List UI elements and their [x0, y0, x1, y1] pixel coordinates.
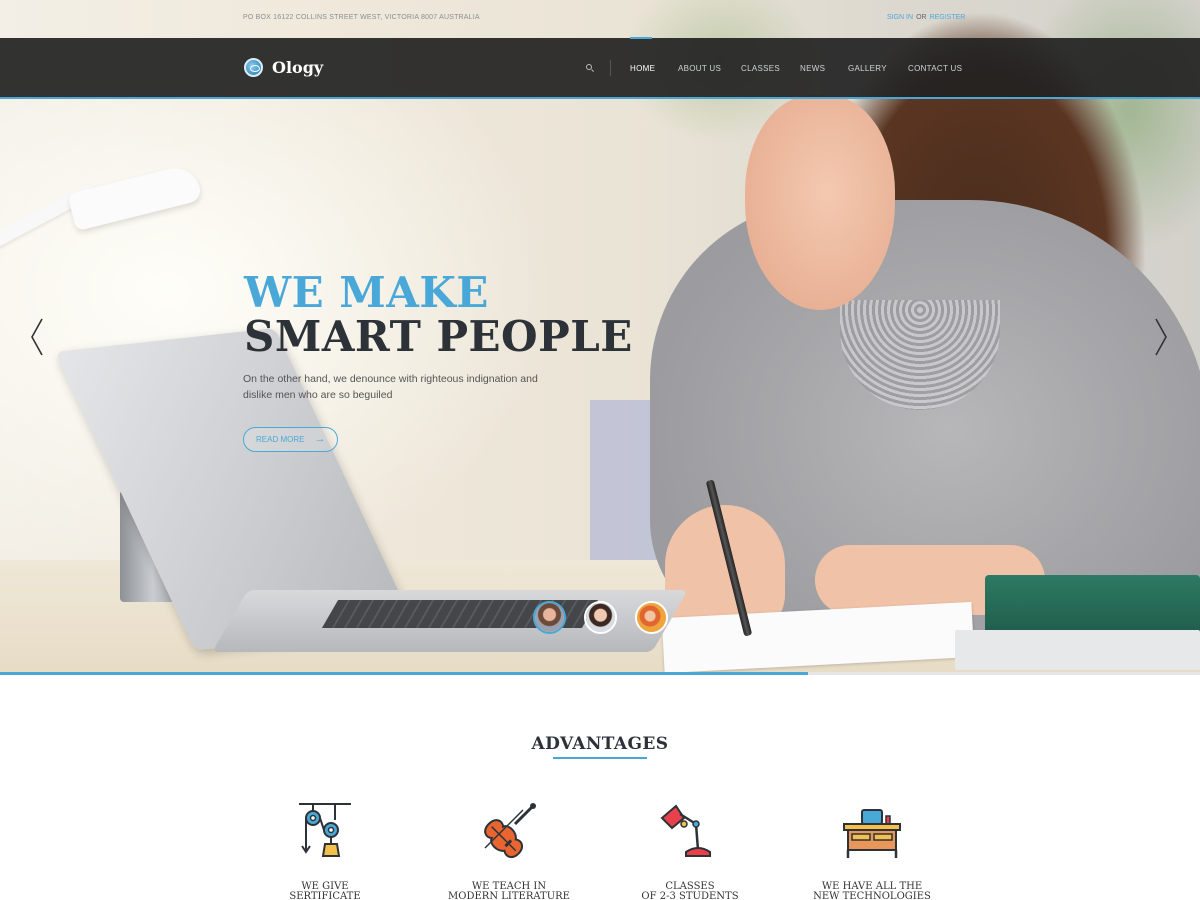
arrow-right-icon: →: [314, 433, 326, 445]
top-bar: PO BOX 16122 COLLINS STREET WEST, VICTOR…: [0, 0, 1200, 38]
advantage-label: CLASSES OF 2-3 STUDENTS: [641, 881, 739, 900]
slider-next-arrow[interactable]: [1153, 318, 1169, 356]
chevron-left-icon: [31, 318, 43, 356]
advantage-item-classes: CLASSES OF 2-3 STUDENTS: [600, 800, 780, 900]
advantage-label: WE TEACH IN MODERN LITERATURE: [448, 881, 570, 900]
advantage-item-technologies: WE HAVE ALL THE NEW TECHNOLOGIES: [782, 800, 962, 900]
address-text: PO BOX 16122 COLLINS STREET WEST, VICTOR…: [243, 14, 480, 21]
desk-icon: [840, 800, 904, 864]
logo-text: Ology: [272, 58, 324, 77]
nav-item-home[interactable]: HOME: [630, 64, 655, 73]
sign-in-link[interactable]: SIGN IN: [887, 14, 913, 21]
read-more-label: READ MORE: [256, 435, 305, 444]
woman-face: [745, 95, 895, 310]
white-book: [955, 630, 1200, 670]
advantage-label: WE GIVE SERTIFICATE: [289, 881, 361, 900]
search-icon[interactable]: [586, 64, 594, 73]
advantage-item-literature: WE TEACH IN MODERN LITERATURE: [419, 800, 599, 900]
nav-item-classes[interactable]: CLASSES: [741, 64, 780, 73]
nav-active-indicator: [630, 37, 652, 39]
slider-progress-track: [0, 672, 1200, 675]
nav-item-contact-us[interactable]: CONTACT US: [908, 64, 962, 73]
main-navbar: Ology HOME ABOUT US CLASSES NEWS GALLERY…: [0, 37, 1200, 99]
advantages-underline: [553, 757, 647, 759]
slide-thumbnail-2[interactable]: [584, 601, 617, 634]
register-link[interactable]: REGISTER: [930, 14, 966, 21]
globe-logo-icon: [244, 58, 263, 77]
slider-progress-fill: [0, 672, 808, 675]
nav-divider: [610, 60, 611, 76]
violin-icon: [477, 800, 541, 864]
pulley-icon: [293, 800, 357, 864]
nav-item-news[interactable]: NEWS: [800, 64, 825, 73]
slide-thumbnail-1[interactable]: [533, 601, 566, 634]
advantages-title: ADVANTAGES: [531, 734, 669, 754]
desk-lamp-icon: [658, 800, 722, 864]
read-more-button[interactable]: READ MORE →: [243, 427, 338, 452]
auth-or-text: OR: [916, 14, 927, 21]
slide-thumbnail-3[interactable]: [635, 601, 668, 634]
advantage-label: WE HAVE ALL THE NEW TECHNOLOGIES: [813, 881, 931, 900]
hero-title-line1: WE MAKE: [244, 268, 489, 317]
nav-item-about-us[interactable]: ABOUT US: [678, 64, 721, 73]
slider-prev-arrow[interactable]: [29, 318, 45, 356]
chevron-right-icon: [1155, 318, 1167, 356]
hero-title-line2: SMART PEOPLE: [244, 312, 633, 361]
site-logo[interactable]: Ology: [244, 58, 323, 77]
nav-item-gallery[interactable]: GALLERY: [848, 64, 887, 73]
green-book: [985, 575, 1200, 637]
hero-description: On the other hand, we denounce with righ…: [243, 373, 538, 401]
auth-links: SIGN IN OR REGISTER: [887, 14, 965, 21]
advantage-item-certificate: WE GIVE SERTIFICATE: [235, 800, 415, 900]
